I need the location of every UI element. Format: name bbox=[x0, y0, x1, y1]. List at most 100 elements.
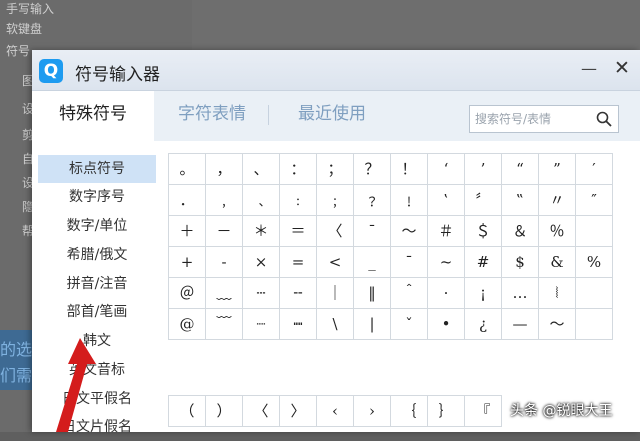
background-text-area: 的选 们需 bbox=[0, 330, 36, 390]
symbol-cell[interactable]: = bbox=[279, 246, 317, 278]
sidebar-item-punctuation[interactable]: 标点符号 bbox=[38, 155, 156, 183]
symbol-cell[interactable]: ″ bbox=[575, 184, 613, 216]
red-arrow-annotation bbox=[56, 338, 96, 432]
symbol-cell[interactable]: （ bbox=[168, 395, 206, 427]
symbol-cell[interactable]: 〈 bbox=[316, 215, 354, 247]
symbol-cell[interactable]: ~ bbox=[427, 246, 465, 278]
search-input[interactable] bbox=[470, 106, 593, 132]
symbol-cell[interactable]: ﹗ bbox=[390, 184, 428, 216]
symbol-cell[interactable]: ’ bbox=[464, 153, 502, 185]
symbol-cell[interactable]: ﹏ bbox=[205, 277, 243, 309]
symbol-cell[interactable]: 〈 bbox=[242, 395, 280, 427]
symbol-cell[interactable]: ┉ bbox=[279, 308, 317, 340]
symbol-cell[interactable]: $ bbox=[501, 246, 539, 278]
symbol-cell[interactable]: ⦚ bbox=[538, 277, 576, 309]
symbol-cell[interactable]: “ bbox=[501, 153, 539, 185]
symbol-cell[interactable]: ＝ bbox=[279, 215, 317, 247]
symbol-cell[interactable]: ‟ bbox=[501, 184, 539, 216]
symbol-cell[interactable]: ˇ bbox=[390, 308, 428, 340]
symbol-cell[interactable]: ， bbox=[205, 153, 243, 185]
symbol-cell[interactable]: ＠ bbox=[168, 277, 206, 309]
symbol-cell[interactable]: ﹐ bbox=[205, 184, 243, 216]
symbol-cell[interactable] bbox=[575, 277, 613, 309]
symbol-cell[interactable]: … bbox=[501, 277, 539, 309]
symbol-cell[interactable] bbox=[575, 215, 613, 247]
symbol-cell[interactable]: ？ bbox=[353, 153, 391, 185]
symbol-cell[interactable]: \ bbox=[316, 308, 354, 340]
symbol-cell[interactable]: • bbox=[427, 308, 465, 340]
symbol-cell[interactable]: ＊ bbox=[242, 215, 280, 247]
symbol-cell[interactable]: 〜 bbox=[538, 308, 576, 340]
search-icon[interactable] bbox=[596, 111, 612, 127]
tab-special-symbols[interactable]: 特殊符号 bbox=[32, 91, 154, 141]
symbol-cell[interactable]: ﹋ bbox=[205, 308, 243, 340]
symbol-cell[interactable] bbox=[575, 308, 613, 340]
symbol-cell[interactable]: ﹖ bbox=[353, 184, 391, 216]
symbol-cell[interactable]: ′ bbox=[575, 153, 613, 185]
symbol-cell[interactable]: ！ bbox=[390, 153, 428, 185]
sidebar-item-greek-russian[interactable]: 希腊/俄文 bbox=[38, 241, 156, 269]
symbol-cell[interactable]: 、 bbox=[242, 153, 280, 185]
symbol-cell[interactable]: ‛ bbox=[427, 184, 465, 216]
symbol-cell[interactable]: ＾ bbox=[390, 277, 428, 309]
symbol-cell[interactable]: ： bbox=[279, 153, 317, 185]
dialog-title: 符号输入器 bbox=[75, 65, 160, 85]
tab-emoticons[interactable]: 字符表情 bbox=[162, 91, 262, 141]
symbol-cell[interactable]: ～ bbox=[390, 215, 428, 247]
tab-recent[interactable]: 最近使用 bbox=[282, 91, 382, 141]
symbol-cell[interactable]: ˉ bbox=[353, 215, 391, 247]
symbol-cell[interactable]: < bbox=[316, 246, 354, 278]
symbol-cell[interactable]: 。 bbox=[168, 153, 206, 185]
symbol-cell[interactable]: ＄ bbox=[464, 215, 502, 247]
minimize-button[interactable]: — bbox=[578, 58, 600, 80]
symbol-cell[interactable]: @ bbox=[168, 308, 206, 340]
symbol-cell[interactable]: › bbox=[353, 395, 391, 427]
title-bar[interactable]: Q 符号输入器 — ✕ bbox=[32, 50, 640, 91]
symbol-cell[interactable]: ┈ bbox=[242, 308, 280, 340]
symbol-cell[interactable]: # bbox=[464, 246, 502, 278]
symbol-cell[interactable]: ¯ bbox=[390, 246, 428, 278]
symbol-cell[interactable]: ‘ bbox=[427, 153, 465, 185]
sidebar-item-numbered[interactable]: 数字序号 bbox=[38, 183, 156, 211]
symbol-cell[interactable]: ｜ bbox=[316, 277, 354, 309]
symbol-cell[interactable]: ； bbox=[316, 153, 354, 185]
symbol-cell[interactable]: — bbox=[501, 308, 539, 340]
bg-text: 们需 bbox=[0, 366, 33, 385]
sidebar-item-pinyin[interactable]: 拼音/注音 bbox=[38, 270, 156, 298]
symbol-cell[interactable]: & bbox=[538, 246, 576, 278]
symbol-cell[interactable]: 〉 bbox=[279, 395, 317, 427]
symbol-cell[interactable]: - bbox=[205, 246, 243, 278]
symbol-cell[interactable]: ． bbox=[168, 184, 206, 216]
symbol-cell[interactable]: ） bbox=[205, 395, 243, 427]
symbol-cell[interactable]: 〃 bbox=[538, 184, 576, 216]
symbol-cell[interactable]: · bbox=[427, 277, 465, 309]
close-button[interactable]: ✕ bbox=[610, 56, 634, 80]
symbol-cell[interactable]: ﹕ bbox=[279, 184, 317, 216]
symbol-cell[interactable]: ┄ bbox=[242, 277, 280, 309]
symbol-cell[interactable]: ％ bbox=[538, 215, 576, 247]
symbol-cell[interactable]: ╌ bbox=[279, 277, 317, 309]
symbol-cell[interactable]: | bbox=[353, 308, 391, 340]
symbol-cell[interactable]: ＋ bbox=[168, 215, 206, 247]
symbol-cell[interactable]: ﹔ bbox=[316, 184, 354, 216]
sidebar-item-radicals[interactable]: 部首/笔画 bbox=[38, 298, 156, 326]
symbol-cell[interactable]: _ bbox=[353, 246, 391, 278]
symbol-cell[interactable]: 〞 bbox=[464, 184, 502, 216]
symbol-cell[interactable]: % bbox=[575, 246, 613, 278]
sidebar-item-units[interactable]: 数字/单位 bbox=[38, 212, 156, 240]
symbol-cell[interactable]: ｝ bbox=[427, 395, 465, 427]
symbol-cell[interactable]: ｛ bbox=[390, 395, 428, 427]
symbol-cell[interactable]: － bbox=[205, 215, 243, 247]
symbol-cell[interactable]: × bbox=[242, 246, 280, 278]
symbol-cell[interactable]: ¿ bbox=[464, 308, 502, 340]
symbol-cell[interactable]: ¡ bbox=[464, 277, 502, 309]
symbol-cell[interactable]: + bbox=[168, 246, 206, 278]
symbol-cell[interactable]: ＃ bbox=[427, 215, 465, 247]
symbol-cell[interactable]: 『 bbox=[464, 395, 502, 427]
bg-text: 的选 bbox=[0, 340, 33, 359]
symbol-cell[interactable]: ‹ bbox=[316, 395, 354, 427]
symbol-cell[interactable]: ＆ bbox=[501, 215, 539, 247]
symbol-cell[interactable]: ” bbox=[538, 153, 576, 185]
symbol-cell[interactable]: ‖ bbox=[353, 277, 391, 309]
symbol-cell[interactable]: ﹑ bbox=[242, 184, 280, 216]
